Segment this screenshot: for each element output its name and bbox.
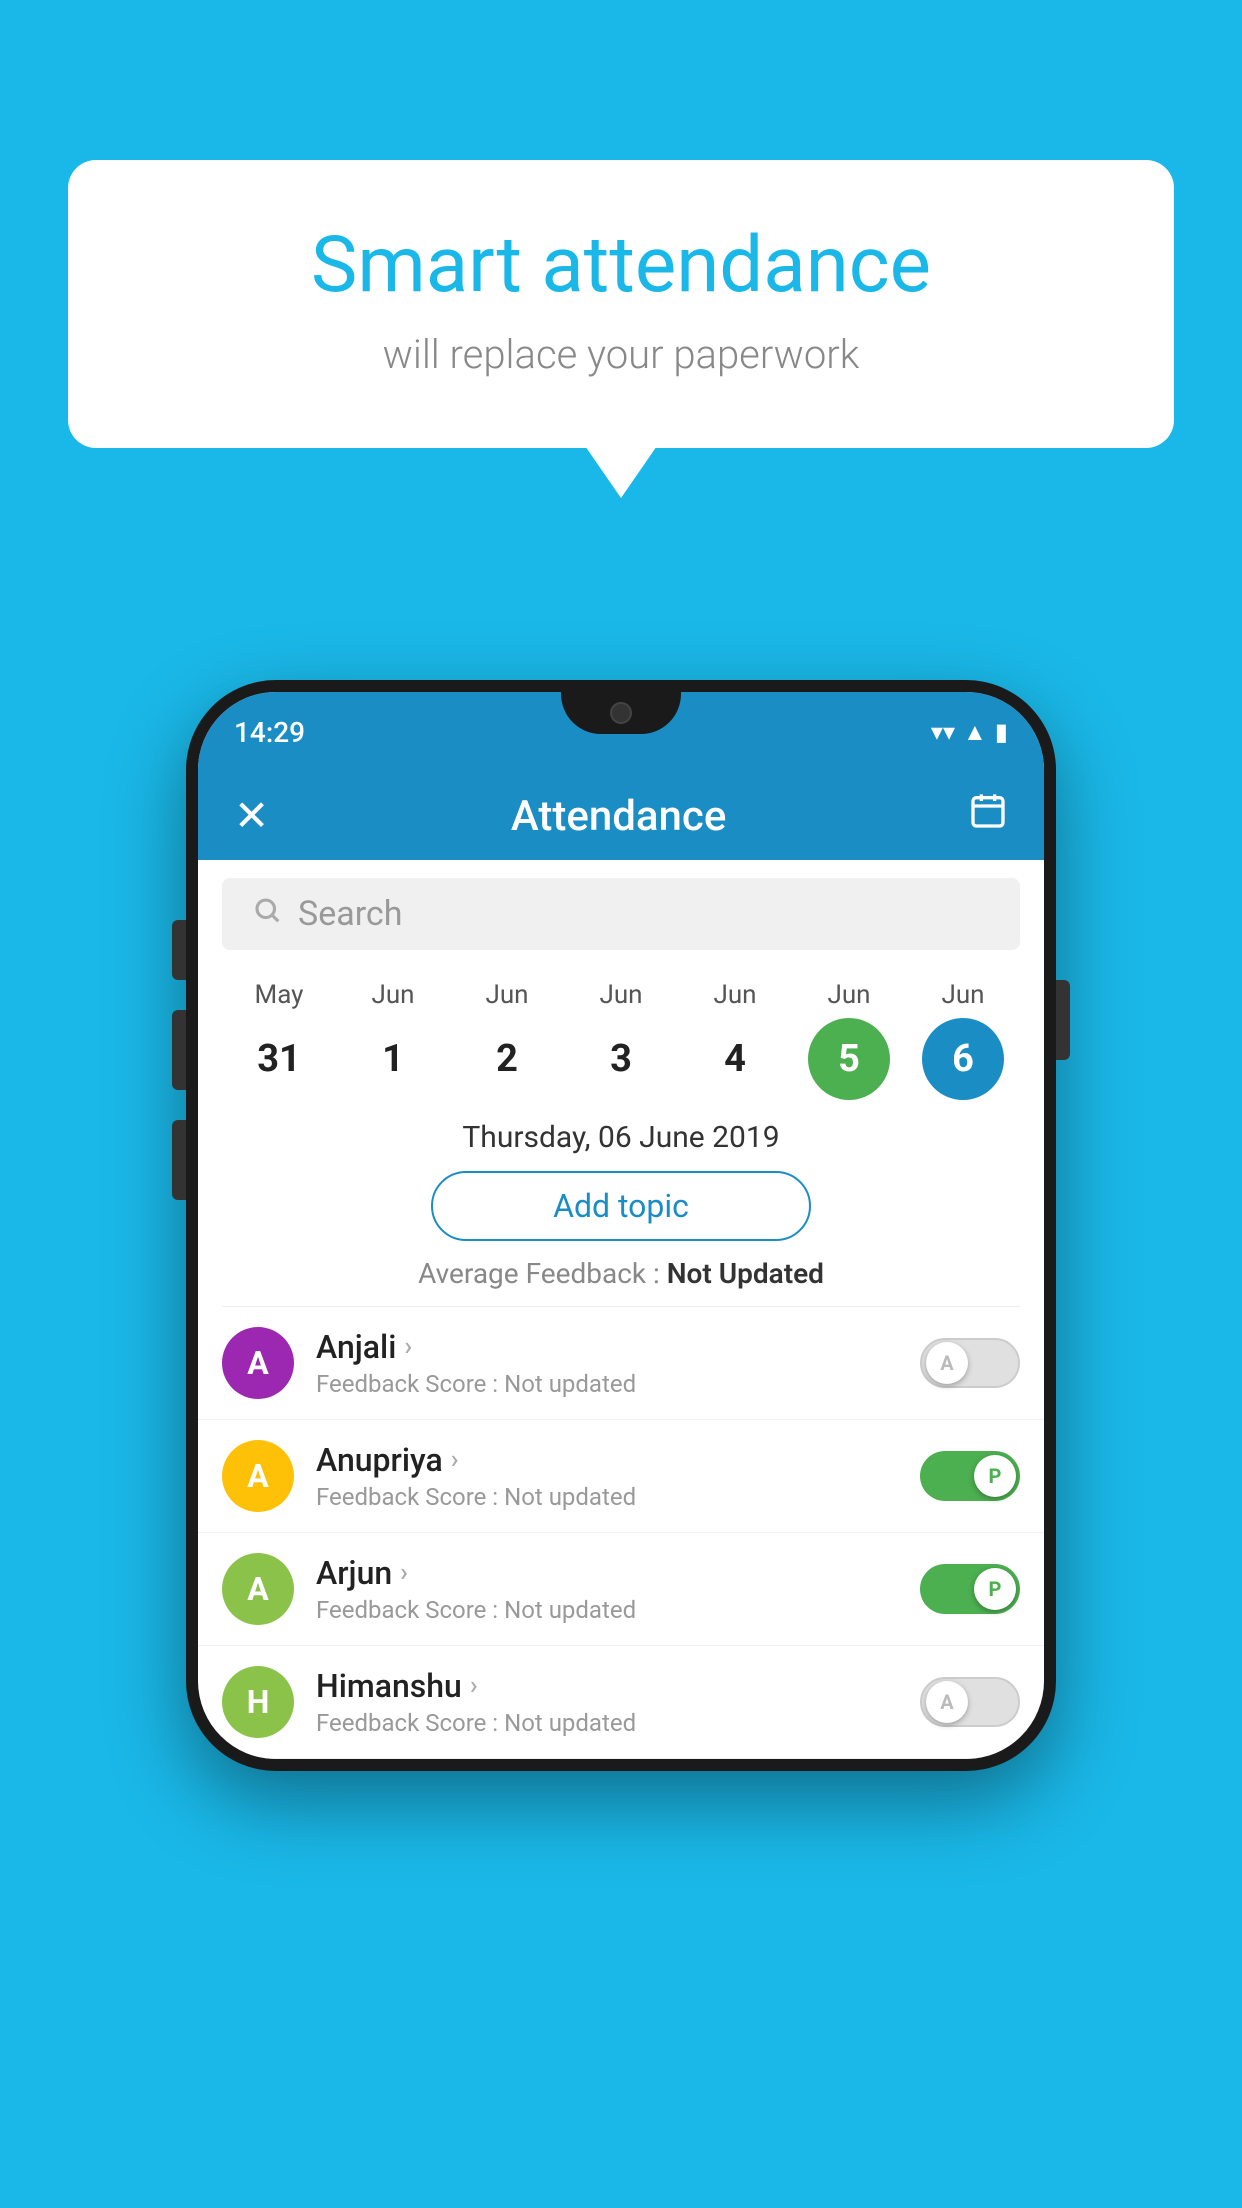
- calendar-button[interactable]: [968, 791, 1008, 841]
- silent-button: [172, 920, 186, 980]
- cal-month-3: Jun: [599, 980, 642, 1010]
- header-title: Attendance: [511, 792, 726, 841]
- feedback-score: Feedback Score : Not updated: [316, 1370, 920, 1398]
- cal-col-6[interactable]: Jun 6: [913, 980, 1013, 1100]
- cal-col-2[interactable]: Jun 2: [457, 980, 557, 1100]
- cal-month-1: Jun: [371, 980, 414, 1010]
- students-list: A Anjali › Feedback Score : Not updated …: [198, 1307, 1044, 1759]
- status-icons: ▾▾ ▲ ▮: [931, 718, 1008, 747]
- student-avatar: A: [222, 1553, 294, 1625]
- phone-screen: 14:29 ▾▾ ▲ ▮ ✕ Attendance: [198, 692, 1044, 1759]
- toggle-1[interactable]: P: [920, 1451, 1020, 1501]
- student-row[interactable]: A Arjun › Feedback Score : Not updated P: [198, 1533, 1044, 1646]
- avg-feedback-value: Not Updated: [667, 1257, 824, 1290]
- attendance-toggle[interactable]: A: [920, 1677, 1020, 1727]
- phone-frame: 14:29 ▾▾ ▲ ▮ ✕ Attendance: [186, 680, 1056, 1771]
- status-time: 14:29: [234, 716, 305, 749]
- student-info: Anupriya › Feedback Score : Not updated: [316, 1441, 920, 1511]
- chevron-right-icon: ›: [470, 1671, 478, 1701]
- student-name: Himanshu ›: [316, 1667, 920, 1705]
- student-name: Anupriya ›: [316, 1441, 920, 1479]
- student-name: Arjun ›: [316, 1554, 920, 1592]
- student-avatar: H: [222, 1666, 294, 1738]
- toggle-3[interactable]: A: [920, 1677, 1020, 1727]
- cal-day-0[interactable]: 31: [238, 1018, 320, 1100]
- toggle-0[interactable]: A: [920, 1338, 1020, 1388]
- cal-day-6[interactable]: 6: [922, 1018, 1004, 1100]
- close-button[interactable]: ✕: [234, 791, 269, 841]
- toggle-knob-3: A: [926, 1681, 968, 1723]
- cal-month-0: May: [255, 980, 304, 1010]
- wifi-icon: ▾▾: [931, 718, 955, 746]
- volume-up-button: [172, 1010, 186, 1090]
- status-bar: 14:29 ▾▾ ▲ ▮: [198, 692, 1044, 772]
- volume-down-button: [172, 1120, 186, 1200]
- selected-date-label: Thursday, 06 June 2019: [198, 1120, 1044, 1155]
- bubble-title: Smart attendance: [118, 220, 1124, 311]
- chevron-right-icon: ›: [400, 1558, 408, 1588]
- student-name: Anjali ›: [316, 1328, 920, 1366]
- search-placeholder: Search: [298, 894, 402, 934]
- student-info: Himanshu › Feedback Score : Not updated: [316, 1667, 920, 1737]
- attendance-toggle[interactable]: A: [920, 1338, 1020, 1388]
- chevron-right-icon: ›: [451, 1445, 459, 1475]
- avg-feedback: Average Feedback : Not Updated: [198, 1257, 1044, 1290]
- bubble-subtitle: will replace your paperwork: [118, 331, 1124, 378]
- toggle-knob-2: P: [974, 1568, 1016, 1610]
- toggle-knob-1: P: [974, 1455, 1016, 1497]
- notch: [561, 692, 681, 734]
- feedback-score: Feedback Score : Not updated: [316, 1596, 920, 1624]
- attendance-toggle[interactable]: P: [920, 1564, 1020, 1614]
- student-row[interactable]: H Himanshu › Feedback Score : Not update…: [198, 1646, 1044, 1759]
- attendance-toggle[interactable]: P: [920, 1451, 1020, 1501]
- cal-col-3[interactable]: Jun 3: [571, 980, 671, 1100]
- feedback-score: Feedback Score : Not updated: [316, 1483, 920, 1511]
- cal-col-5[interactable]: Jun 5: [799, 980, 899, 1100]
- avg-feedback-label: Average Feedback :: [418, 1257, 660, 1290]
- phone-wrapper: 14:29 ▾▾ ▲ ▮ ✕ Attendance: [186, 680, 1056, 1771]
- student-info: Anjali › Feedback Score : Not updated: [316, 1328, 920, 1398]
- battery-icon: ▮: [995, 718, 1008, 746]
- student-row[interactable]: A Anjali › Feedback Score : Not updated …: [198, 1307, 1044, 1420]
- app-header: ✕ Attendance: [198, 772, 1044, 860]
- speech-bubble: Smart attendance will replace your paper…: [68, 160, 1174, 448]
- cal-day-2[interactable]: 2: [466, 1018, 548, 1100]
- cal-day-3[interactable]: 3: [580, 1018, 662, 1100]
- search-icon: [252, 895, 282, 933]
- cal-col-1[interactable]: Jun 1: [343, 980, 443, 1100]
- student-info: Arjun › Feedback Score : Not updated: [316, 1554, 920, 1624]
- student-avatar: A: [222, 1440, 294, 1512]
- camera: [610, 702, 632, 724]
- toggle-knob-0: A: [926, 1342, 968, 1384]
- student-row[interactable]: A Anupriya › Feedback Score : Not update…: [198, 1420, 1044, 1533]
- signal-icon: ▲: [963, 718, 987, 747]
- power-button: [1056, 980, 1070, 1060]
- feedback-score: Feedback Score : Not updated: [316, 1709, 920, 1737]
- calendar-row: May 31 Jun 1 Jun 2 Jun 3 Jun 4: [198, 968, 1044, 1100]
- cal-col-4[interactable]: Jun 4: [685, 980, 785, 1100]
- cal-day-1[interactable]: 1: [352, 1018, 434, 1100]
- search-bar[interactable]: Search: [222, 878, 1020, 950]
- toggle-2[interactable]: P: [920, 1564, 1020, 1614]
- cal-col-0[interactable]: May 31: [229, 980, 329, 1100]
- cal-month-6: Jun: [941, 980, 984, 1010]
- cal-day-4[interactable]: 4: [694, 1018, 776, 1100]
- add-topic-button[interactable]: Add topic: [431, 1171, 811, 1241]
- cal-month-5: Jun: [827, 980, 870, 1010]
- cal-month-4: Jun: [713, 980, 756, 1010]
- cal-month-2: Jun: [485, 980, 528, 1010]
- chevron-right-icon: ›: [404, 1332, 412, 1362]
- cal-day-5[interactable]: 5: [808, 1018, 890, 1100]
- student-avatar: A: [222, 1327, 294, 1399]
